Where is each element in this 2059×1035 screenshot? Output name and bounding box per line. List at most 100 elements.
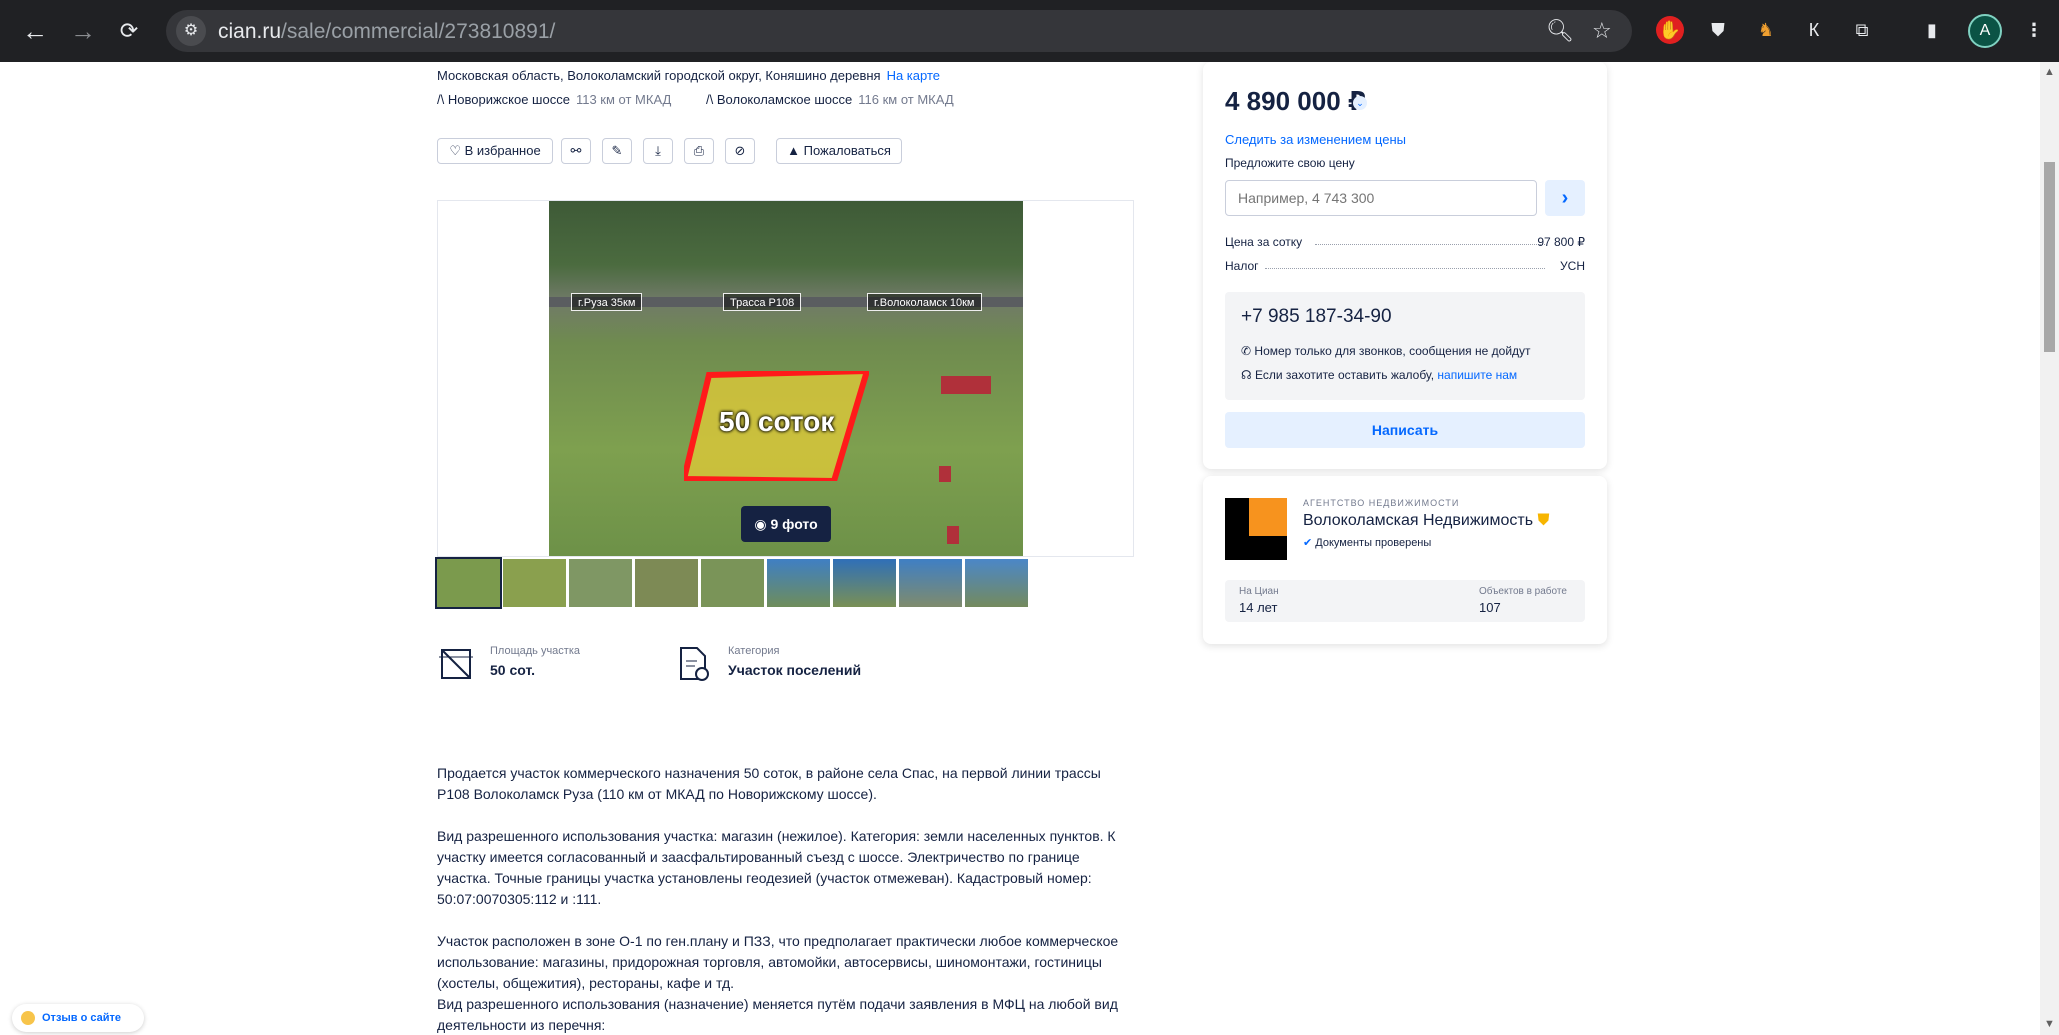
k-extension-icon[interactable]: К [1800, 16, 1828, 44]
heart-icon: ♡ [449, 143, 461, 158]
highway-icon: /\ [706, 92, 714, 107]
highway-name[interactable]: Новорижское шоссе [448, 92, 570, 107]
agency-caption: АГЕНТСТВО НЕДВИЖИМОСТИ [1303, 498, 1460, 508]
agency-name-text: Волоколамская Недвижимость [1303, 512, 1534, 529]
thumbnail[interactable] [503, 559, 566, 607]
plot-label: 50 соток [719, 406, 835, 437]
side-panel-icon[interactable]: ▮ [1918, 16, 1946, 44]
price: 4 890 000 ₽ [1225, 86, 1366, 116]
url-text[interactable]: cian.ru/sale/commercial/273810891/ [218, 20, 555, 44]
favorite-button[interactable]: ♡ В избранное [437, 138, 553, 164]
scroll-up-icon[interactable]: ▲ [2044, 66, 2055, 78]
back-icon[interactable]: ← [18, 14, 52, 48]
scroll-down-icon[interactable]: ▼ [2044, 1018, 2055, 1030]
scrollbar[interactable]: ▲ ▼ [2040, 62, 2059, 1035]
camera-icon: ◉ [754, 516, 767, 532]
listing-address: Московская область, Волоколамский городс… [437, 68, 940, 83]
highway-icon: /\ [437, 92, 445, 107]
agency-card: АГЕНТСТВО НЕДВИЖИМОСТИ Волоколамская Нед… [1203, 476, 1607, 644]
forward-icon[interactable]: → [66, 14, 100, 48]
write-message-button[interactable]: Написать [1225, 412, 1585, 448]
stat-label: Объектов в работе [1479, 586, 1567, 597]
description-paragraph: Вид разрешенного использования участка: … [437, 828, 1116, 907]
document-info-icon [680, 647, 709, 681]
edit-note-button[interactable]: ✎ [602, 138, 632, 164]
thumbnail[interactable] [701, 559, 764, 607]
shield-badge-icon: ⛊ [1537, 512, 1550, 529]
agency-logo[interactable] [1225, 498, 1287, 560]
feature-value: Участок поселений [728, 662, 862, 678]
stat-label: На Циан [1239, 586, 1279, 597]
site-feedback-button[interactable]: Отзыв о сайте [12, 1004, 144, 1032]
zoom-icon[interactable]: 🔍︎ [1546, 18, 1574, 44]
print-button[interactable]: ⎙ [684, 138, 714, 164]
spy-extension-icon[interactable]: ♞ [1752, 16, 1780, 44]
share-button[interactable]: ⚯ [561, 138, 591, 164]
bookmark-star-icon[interactable]: ☆ [1592, 18, 1612, 44]
pencil-icon: ✎ [611, 143, 623, 158]
agency-stats: На Циан 14 лет Объектов в работе 107 [1225, 580, 1585, 622]
download-button[interactable]: ⤓ [643, 138, 673, 164]
follow-price-link[interactable]: Следить за изменением цены [1225, 132, 1406, 147]
complain-label: Пожаловаться [803, 143, 891, 158]
highway-1: /\ Новорижское шоссе 113 км от МКАД [437, 92, 671, 107]
thumbnail[interactable] [899, 559, 962, 607]
complaint-note: ☊ Если захотите оставить жалобу, напишит… [1241, 368, 1517, 382]
documents-verified: ✔ Документы проверены [1303, 536, 1431, 549]
photo-count-button[interactable]: ◉ 9 фото [741, 506, 831, 542]
thumbnail[interactable] [635, 559, 698, 607]
extensions-puzzle-icon[interactable]: ⧉ [1848, 16, 1876, 44]
tax-row: Налог УСН [1225, 259, 1585, 275]
share-icon: ⚯ [570, 143, 582, 158]
hide-button[interactable]: ⊘ [725, 138, 755, 164]
offer-price-input[interactable] [1225, 180, 1537, 216]
thumbnail[interactable] [569, 559, 632, 607]
complain-button[interactable]: ▲ Пожаловаться [776, 138, 902, 164]
thumbnail[interactable] [435, 557, 502, 609]
highway-name[interactable]: Волоколамское шоссе [717, 92, 852, 107]
thumbnail[interactable] [767, 559, 830, 607]
description-paragraph: Продается участок коммерческого назначен… [437, 765, 1101, 802]
phone-number[interactable]: +7 985 187-34-90 [1241, 306, 1392, 328]
thumbnail[interactable] [833, 559, 896, 607]
highway-distance: 113 км от МКАД [575, 92, 672, 107]
dotted-divider [1315, 244, 1545, 245]
verified-check-icon: ✔ [1303, 537, 1313, 549]
scrollbar-thumb[interactable] [2044, 162, 2055, 352]
calls-only-text: Номер только для звонков, сообщения не д… [1254, 344, 1531, 358]
site-settings-icon[interactable]: ⚙ [176, 16, 206, 46]
adblock-extension-icon[interactable]: ✋ [1656, 16, 1684, 44]
offer-label: Предложите свою цену [1225, 156, 1355, 170]
photo-gallery[interactable]: 50 соток г.Руза 35км Трасса Р108 г.Волок… [437, 200, 1134, 557]
main-photo[interactable]: 50 соток г.Руза 35км Трасса Р108 г.Волок… [549, 201, 1023, 556]
reload-icon[interactable]: ⟳ [112, 14, 146, 48]
menu-kebab-icon[interactable]: ⋮ [2020, 16, 2048, 44]
phone-box: +7 985 187-34-90 ✆ Номер только для звон… [1225, 292, 1585, 400]
listing-description: Продается участок коммерческого назначен… [437, 763, 1137, 1035]
highway-distance: 116 км от МКАД [858, 92, 954, 107]
building [947, 526, 959, 544]
download-icon: ⤓ [655, 143, 661, 158]
building [939, 466, 951, 482]
thumbnail[interactable] [965, 559, 1028, 607]
page-content: Московская область, Волоколамский городс… [0, 62, 2040, 1035]
profile-avatar[interactable]: A [1968, 14, 2002, 48]
price-history-chevron-icon[interactable]: ⌄ [1353, 96, 1367, 110]
verified-text: Документы проверены [1315, 537, 1432, 549]
feature-label: Площадь участка [490, 645, 580, 657]
agency-name[interactable]: Волоколамская Недвижимость ⛊ [1303, 512, 1550, 530]
smile-icon [21, 1011, 35, 1025]
feedback-label: Отзыв о сайте [42, 1012, 122, 1024]
favorite-label: В избранное [464, 143, 541, 158]
browser-toolbar: ← → ⟳ ⚙ cian.ru/sale/commercial/27381089… [0, 0, 2059, 62]
offer-submit-button[interactable]: › [1545, 180, 1585, 216]
phone-icon: ✆ [1241, 344, 1252, 358]
address-bar[interactable]: ⚙ cian.ru/sale/commercial/273810891/ 🔍︎ … [166, 10, 1632, 52]
complaint-text: Если захотите оставить жалобу, [1255, 368, 1435, 382]
shield-extension-icon[interactable]: ⛊ [1704, 16, 1732, 44]
map-link[interactable]: На карте [887, 68, 940, 83]
row-value: УСН [1560, 259, 1585, 273]
complaint-link[interactable]: напишите нам [1437, 368, 1517, 382]
row-value: 97 800 ₽ [1537, 235, 1585, 249]
warning-icon: ▲ [787, 143, 800, 158]
